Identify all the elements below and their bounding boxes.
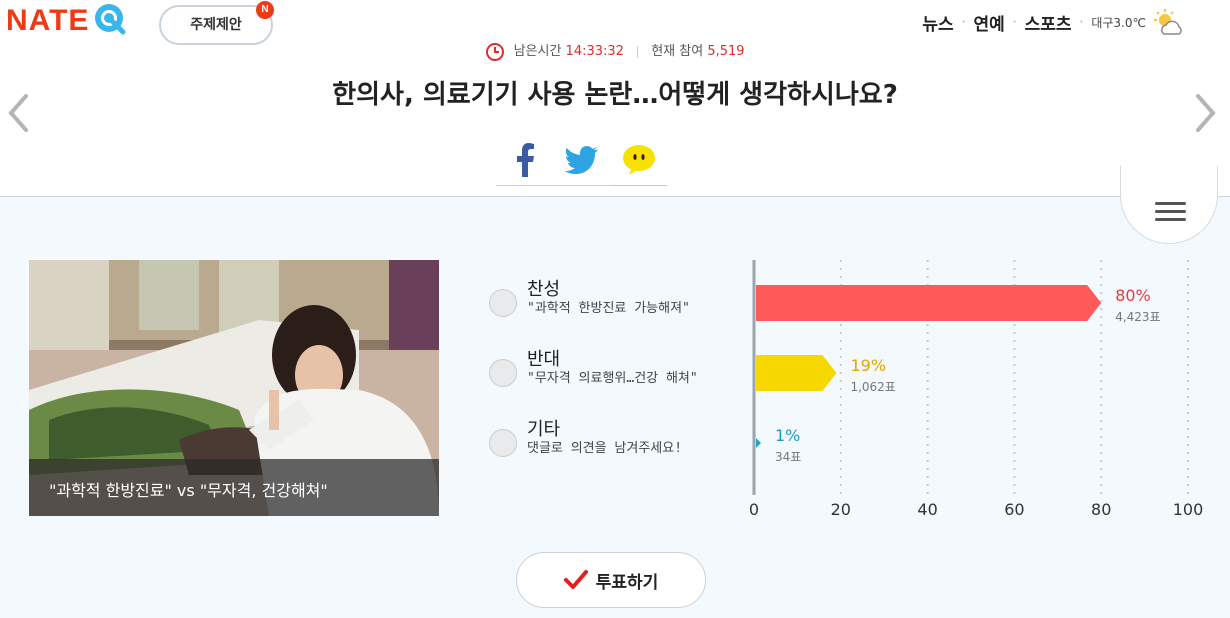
data-label-votes: 34표 [775,450,801,464]
clock-icon [486,42,505,61]
prev-arrow-icon[interactable] [6,92,30,134]
x-tick-label: 100 [1173,500,1204,519]
bar-반대 [756,355,837,391]
hamburger-icon [1155,202,1186,205]
poll-photo: "과학적 한방진료" vs "무자격, 건강해쳐" [29,260,439,516]
radio-disagree[interactable] [489,359,517,387]
partly-cloudy-icon [1154,9,1182,35]
hamburger-icon [1155,218,1186,221]
header: NATE 주제제안 N 뉴스 · 연예 · 스포츠 · 대구3.0℃ 남은시간 [0,0,1230,197]
vote-label: 투표하기 [595,572,659,593]
logo-text: NATE [6,4,90,37]
top-nav: 뉴스 · 연예 · 스포츠 · 대구3.0℃ [922,10,1186,35]
nate-logo[interactable]: NATE [6,4,127,38]
results-chart: 0 20 40 60 80 100 80% 4,423표 19% 1,062표 1% 34표 [700,255,1220,525]
data-label-votes: 1,062표 [850,380,895,394]
data-label-percent: 80% [1115,286,1151,305]
nav-news[interactable]: 뉴스 [922,10,953,35]
nav-divider: · [1012,17,1017,28]
nav-sports[interactable]: 스포츠 [1025,10,1072,35]
x-tick-label: 80 [1091,500,1111,519]
bar-찬성 [756,285,1102,321]
x-tick-label: 40 [917,500,937,519]
facebook-share-button[interactable] [496,134,553,186]
poll-status: 남은시간 14:33:32 현재 참여 5,519 [0,40,1230,62]
vote-button[interactable]: 투표하기 [516,552,706,608]
x-tick-label: 0 [749,500,759,519]
participants-label: 현재 참여 [651,44,704,59]
twitter-share-button[interactable] [553,134,610,186]
twitter-icon [564,145,598,174]
hamburger-icon [1155,210,1186,213]
option-subtitle: "무자격 의료행위…건강 해쳐" [527,371,698,386]
new-badge: N [256,1,274,19]
next-arrow-icon[interactable] [1194,92,1218,134]
remaining-label: 남은시간 [513,44,562,59]
kakaotalk-share-button[interactable] [610,134,667,186]
remaining-time: 14:33:32 [565,44,624,59]
option-subtitle: "과학적 한방진료 가능해져" [527,301,690,316]
share-buttons [496,134,668,186]
data-label-percent: 19% [850,356,886,375]
photo-caption: "과학적 한방진료" vs "무자격, 건강해쳐" [29,459,439,516]
option-subtitle: 댓글로 의견을 남겨주세요! [527,441,683,456]
nav-divider: · [961,17,966,28]
participants-count: 5,519 [707,44,745,59]
checkmark-icon [563,570,588,589]
kakaotalk-icon [622,144,655,175]
facebook-icon [516,142,534,177]
results-chart-svg: 0 20 40 60 80 100 80% 4,423표 19% 1,062표 1% 34표 [749,260,1204,519]
search-q-icon [95,4,126,35]
divider [637,45,639,58]
radio-other[interactable] [489,429,517,457]
data-label-percent: 1% [775,426,800,445]
radio-agree[interactable] [489,289,517,317]
weather-text[interactable]: 대구3.0℃ [1091,14,1146,31]
bar-기타 [756,438,761,448]
x-tick-label: 20 [831,500,851,519]
nav-divider: · [1079,17,1084,28]
x-tick-label: 60 [1004,500,1024,519]
data-label-votes: 4,423표 [1115,310,1160,324]
nav-entertainment[interactable]: 연예 [974,10,1005,35]
poll-title: 한의사, 의료기기 사용 논란…어떻게 생각하시나요? [332,80,898,110]
